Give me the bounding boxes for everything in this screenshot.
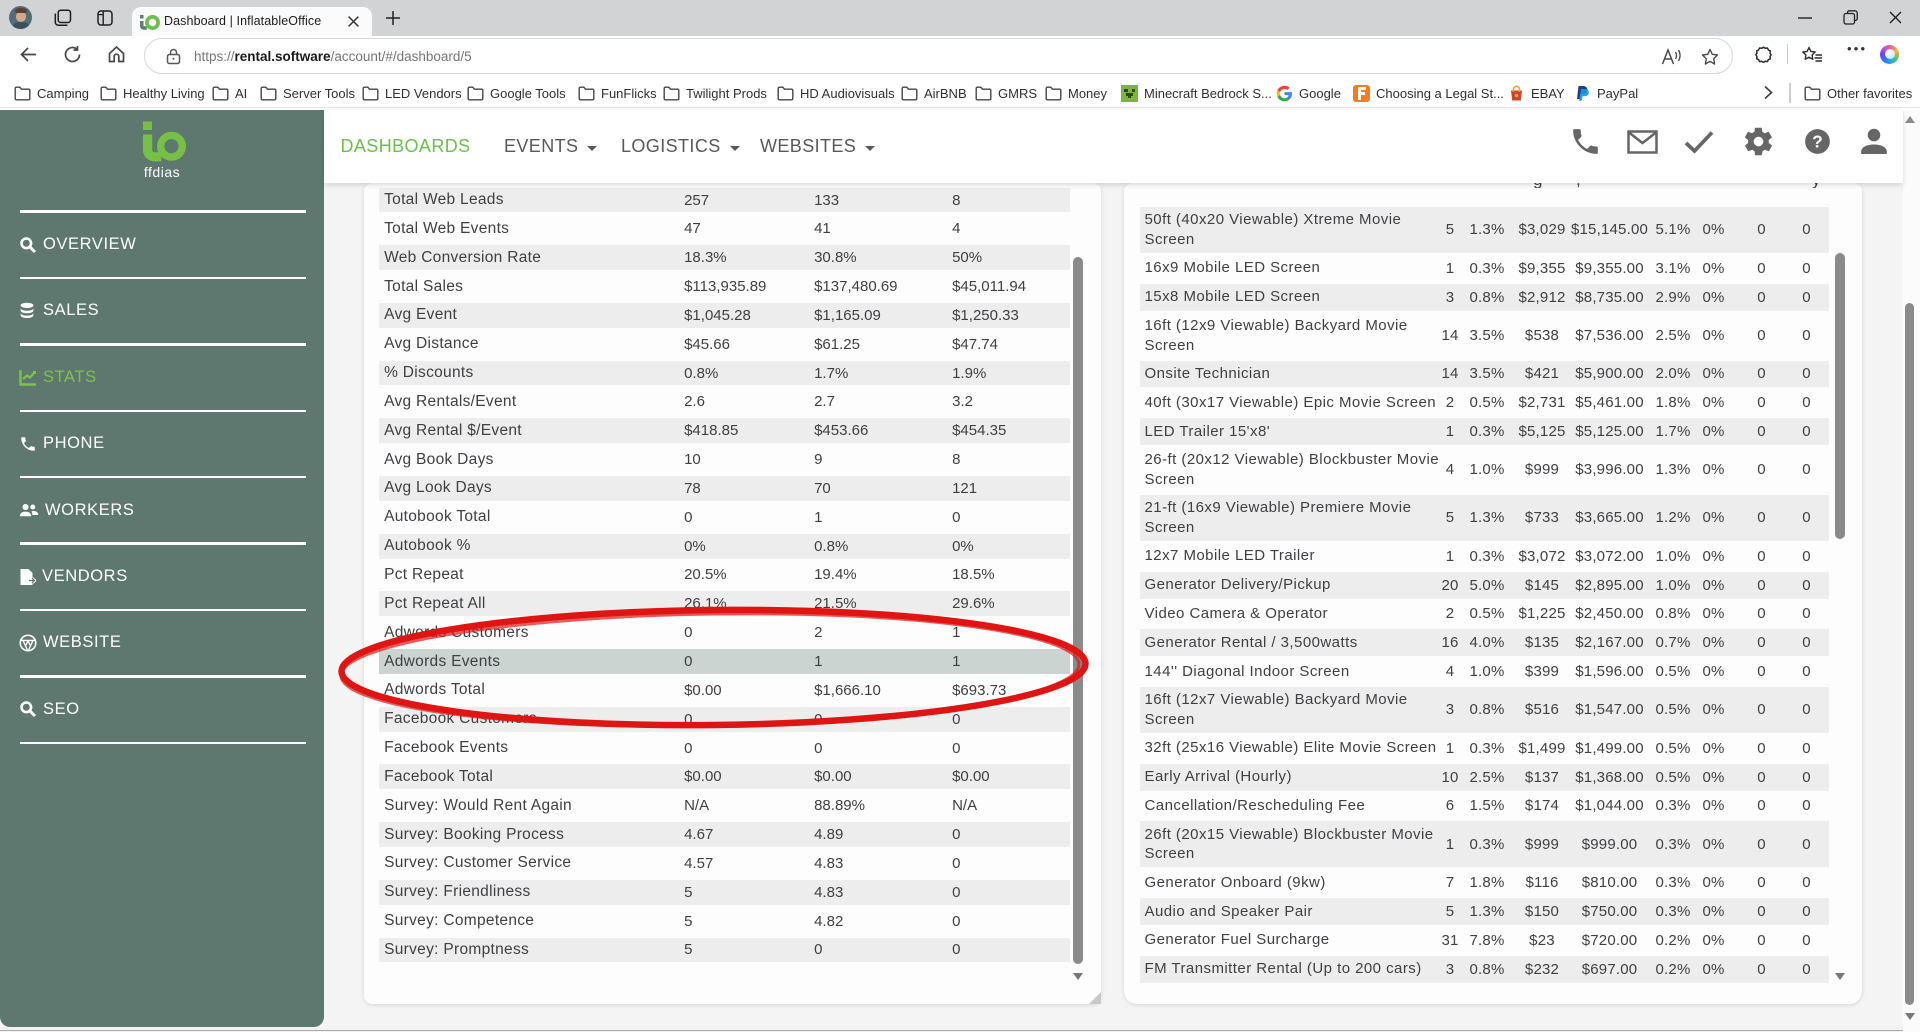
- svg-text:?: ?: [1812, 131, 1823, 151]
